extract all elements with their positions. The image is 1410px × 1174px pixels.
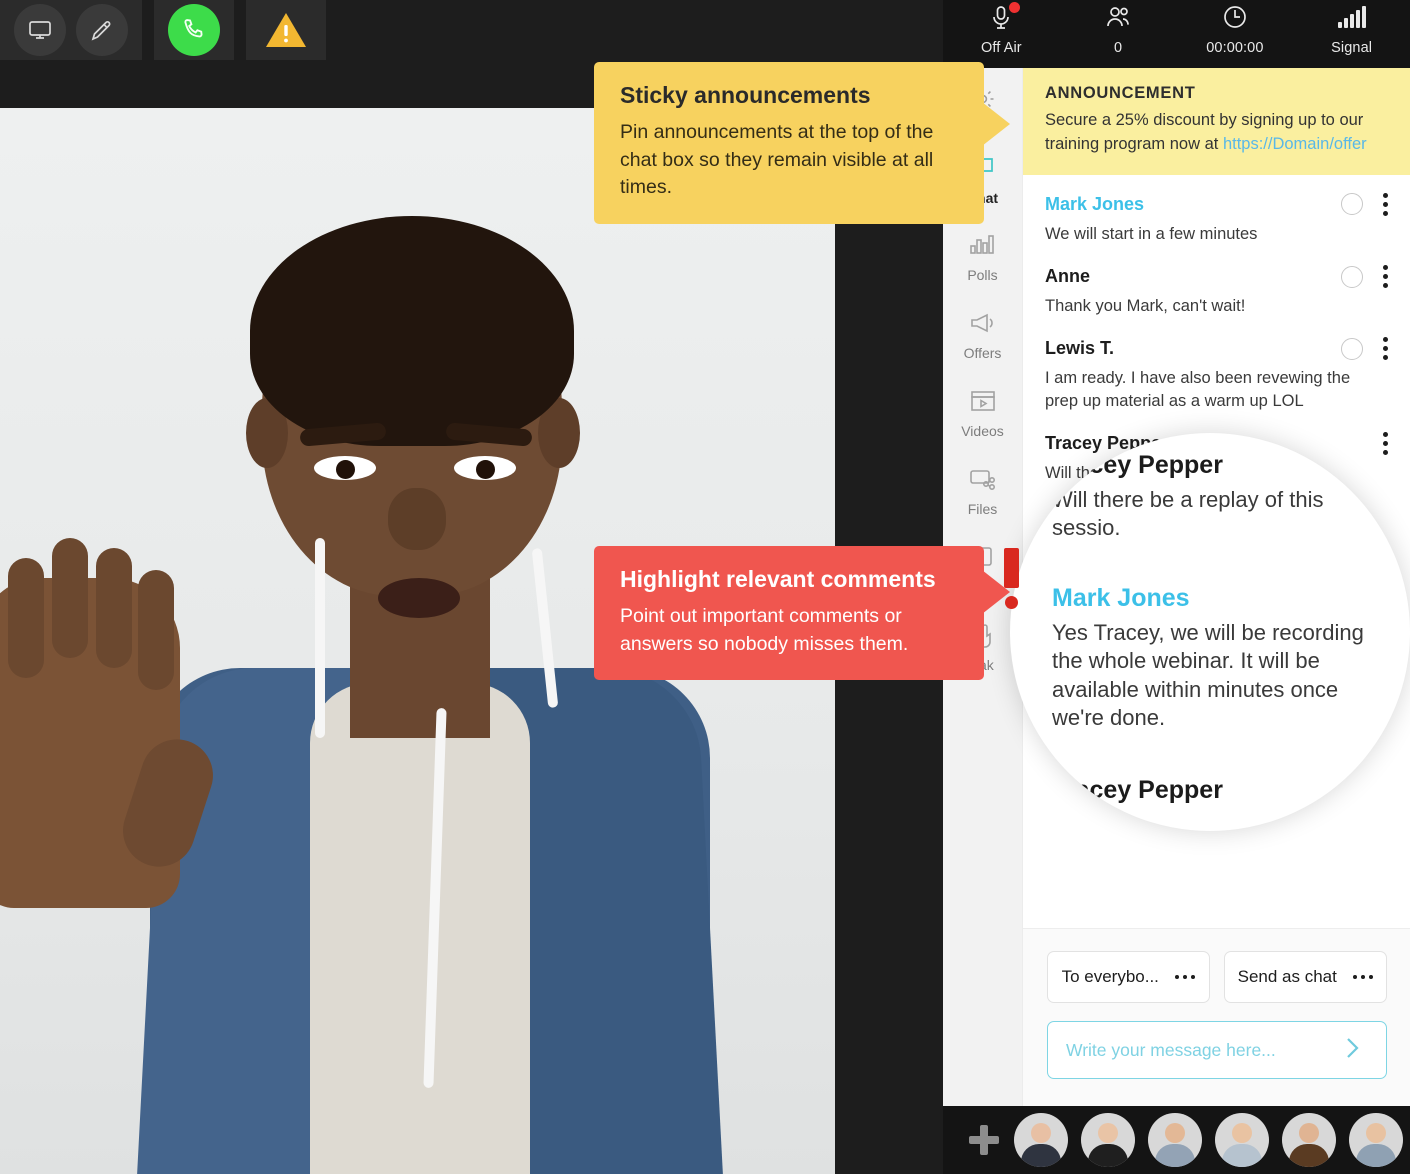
callout-highlight-comments: Highlight relevant comments Point out im…: [594, 546, 984, 680]
callout-body: Pin announcements at the top of the chat…: [620, 119, 958, 202]
callout-title: Highlight relevant comments: [620, 566, 958, 593]
off-air-label: Off Air: [981, 40, 1022, 56]
microphone-icon: [989, 4, 1013, 37]
chat-composer: To everybo... Send as chat: [1023, 928, 1410, 1106]
magnified-message-highlighted: Mark Jones Yes Tracey, we will be record…: [1052, 584, 1384, 732]
polls-icon: [968, 232, 998, 263]
toolbar-group-call: [154, 0, 234, 60]
send-mode-label: Send as chat: [1238, 967, 1337, 987]
attendees-icon: [1104, 4, 1132, 37]
videos-icon: [968, 388, 998, 419]
clock-icon: [1221, 4, 1249, 37]
magnified-message: Tracey Pepper: [1052, 776, 1384, 805]
phone-icon[interactable]: [168, 4, 220, 56]
message-author: Mark Jones: [1052, 584, 1384, 613]
avatar[interactable]: [1014, 1113, 1068, 1167]
message-author: Tracey Pepper: [1052, 776, 1384, 805]
message-author: Lewis T.: [1045, 338, 1341, 359]
elapsed-time: 00:00:00: [1206, 40, 1263, 56]
avatar[interactable]: [1349, 1113, 1403, 1167]
message-select-toggle[interactable]: [1341, 266, 1363, 288]
chevron-dots-icon: [1353, 975, 1374, 980]
message-text: Yes Tracey, we will be recording the who…: [1052, 619, 1384, 732]
recording-dot: [1009, 2, 1020, 13]
webinar-screenshot: Off Air 0 00:00:00: [0, 0, 1410, 1174]
warning-icon[interactable]: [260, 4, 312, 56]
participant-strip: [943, 1106, 1410, 1174]
message-input[interactable]: [1066, 1040, 1338, 1061]
status-attendees[interactable]: 0: [1060, 0, 1177, 56]
send-mode-selector[interactable]: Send as chat: [1224, 951, 1387, 1003]
offers-megaphone-icon: [968, 310, 998, 341]
chat-message: Mark Jones We will start in a few minute…: [1023, 179, 1410, 251]
magnified-message: Tracey Pepper Will there be a replay of …: [1052, 451, 1384, 542]
announcement-title: ANNOUNCEMENT: [1045, 84, 1388, 103]
message-select-toggle[interactable]: [1341, 193, 1363, 215]
status-timer[interactable]: 00:00:00: [1177, 0, 1294, 56]
avatar[interactable]: [1081, 1113, 1135, 1167]
status-signal[interactable]: Signal: [1293, 0, 1410, 56]
screen-share-icon[interactable]: [14, 4, 66, 56]
sidebar-item-polls[interactable]: Polls: [943, 218, 1022, 296]
sidebar-item-offers[interactable]: Offers: [943, 296, 1022, 374]
toolbar-group-alert: [246, 0, 326, 60]
message-author: Mark Jones: [1045, 194, 1341, 215]
send-chevron-icon[interactable]: [1338, 1033, 1368, 1068]
message-select-toggle[interactable]: [1341, 338, 1363, 360]
message-text: Will there be a replay of this sessio.: [1052, 486, 1384, 542]
recipient-selector[interactable]: To everybo...: [1047, 951, 1210, 1003]
signal-label: Signal: [1331, 40, 1372, 56]
status-bar: Off Air 0 00:00:00: [943, 0, 1410, 68]
attendee-count: 0: [1114, 40, 1122, 56]
message-menu-icon[interactable]: [1370, 780, 1376, 808]
message-input-row[interactable]: [1047, 1021, 1387, 1079]
sidebar-label-offers: Offers: [964, 345, 1002, 361]
message-menu-icon[interactable]: [1383, 265, 1388, 288]
announcement-banner: ANNOUNCEMENT Secure a 25% discount by si…: [1023, 68, 1410, 175]
callout-pointer: [982, 102, 1010, 146]
message-menu-icon[interactable]: [1383, 337, 1388, 360]
callout-pointer: [982, 570, 1010, 614]
callout-title: Sticky announcements: [620, 82, 958, 109]
toolbar-group-tools: [0, 0, 142, 60]
message-menu-icon[interactable]: [1370, 457, 1376, 485]
pencil-icon[interactable]: [76, 4, 128, 56]
sidebar-label-videos: Videos: [961, 423, 1004, 439]
message-text: Thank you Mark, can't wait!: [1045, 295, 1355, 317]
chevron-dots-icon: [1175, 975, 1196, 980]
avatar[interactable]: [1215, 1113, 1269, 1167]
message-author: Tracey Pepper: [1052, 451, 1384, 480]
sidebar-label-files: Files: [968, 501, 998, 517]
stage-toolbar: [0, 0, 943, 60]
avatar[interactable]: [1148, 1113, 1202, 1167]
sidebar-label-polls: Polls: [967, 267, 997, 283]
callout-body: Point out important comments or answers …: [620, 603, 958, 658]
signal-bars-icon: [1337, 4, 1367, 37]
message-menu-icon[interactable]: [1383, 193, 1388, 216]
callout-sticky-announcements: Sticky announcements Pin announcements a…: [594, 62, 984, 224]
message-text: I am ready. I have also been revewing th…: [1045, 367, 1355, 412]
zoom-magnifier: Tracey Pepper Will there be a replay of …: [1010, 433, 1410, 831]
message-text: We will start in a few minutes: [1045, 223, 1355, 245]
recipient-label: To everybo...: [1062, 967, 1159, 987]
message-author: Anne: [1045, 266, 1341, 287]
announcement-link[interactable]: https://Domain/offer: [1223, 135, 1367, 153]
status-off-air[interactable]: Off Air: [943, 0, 1060, 56]
files-share-icon: [968, 466, 998, 497]
plus-icon[interactable]: [967, 1123, 1001, 1157]
avatar[interactable]: [1282, 1113, 1336, 1167]
chat-message: Lewis T. I am ready. I have also been re…: [1023, 323, 1410, 418]
announcement-body: Secure a 25% discount by signing up to o…: [1045, 109, 1388, 157]
chat-message: Anne Thank you Mark, can't wait!: [1023, 251, 1410, 323]
